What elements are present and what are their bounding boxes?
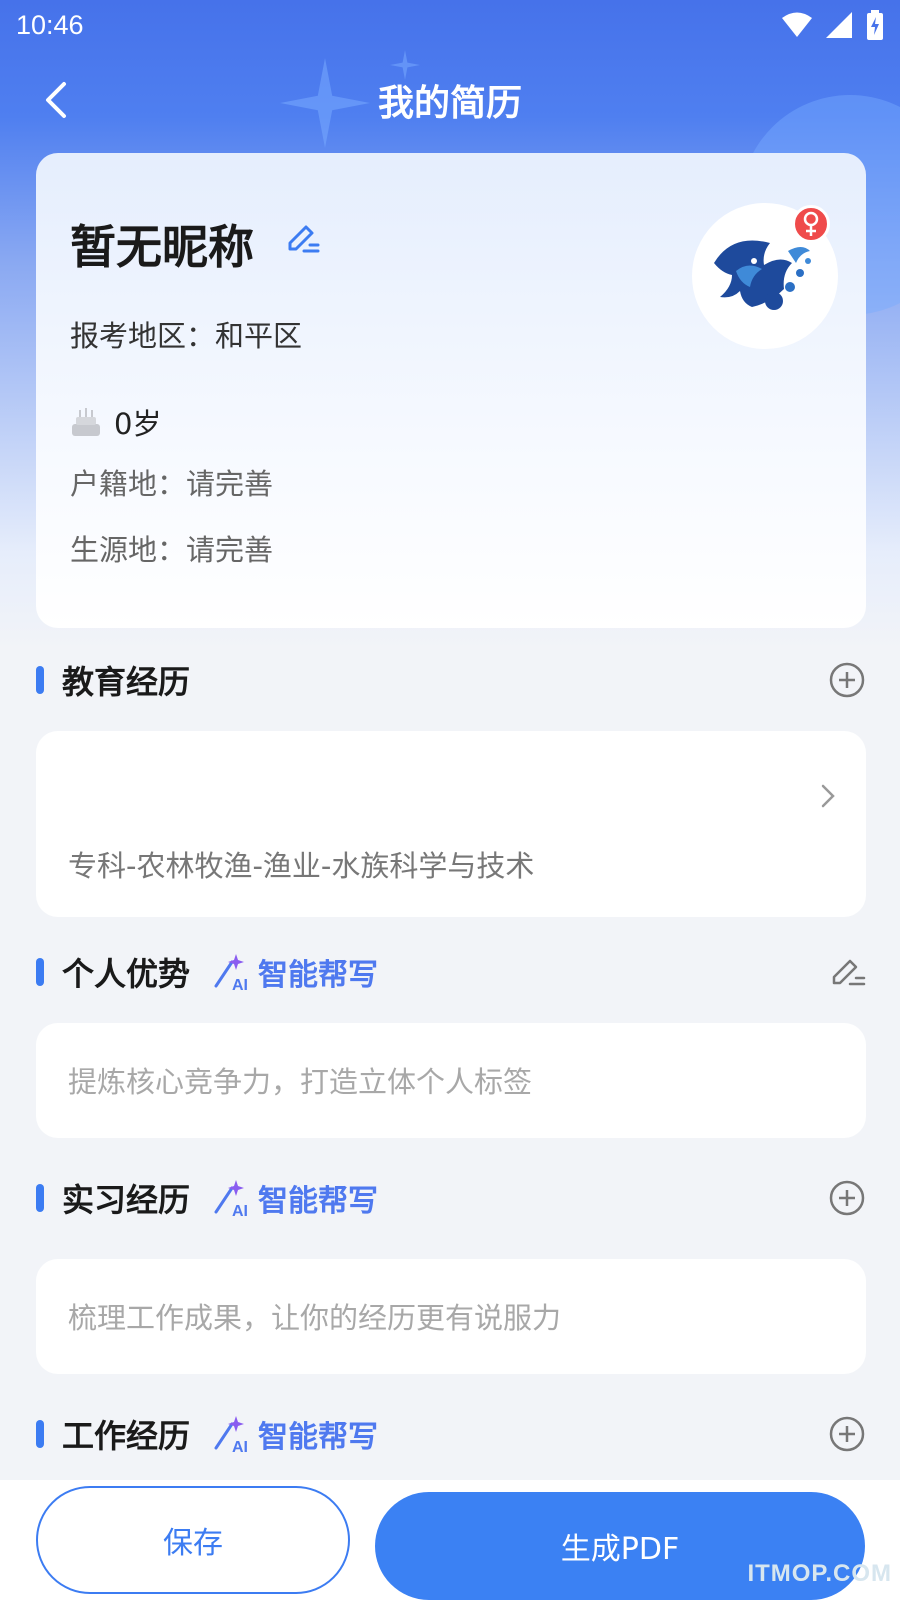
- add-work-icon[interactable]: [828, 1415, 866, 1453]
- section-accent-bar: [36, 958, 44, 986]
- education-title: 教育经历: [62, 663, 191, 701]
- internship-title: 实习经历: [62, 1181, 191, 1219]
- ai-write-label: 智能帮写: [258, 1184, 379, 1219]
- edit-advantage-icon[interactable]: [828, 953, 866, 991]
- education-card[interactable]: 专科-农林牧渔-渔业-水族科学与技术: [36, 731, 866, 917]
- age-row: 0岁: [70, 401, 161, 443]
- ai-write-button[interactable]: AI 智能帮写: [212, 1176, 378, 1220]
- chevron-right-icon[interactable]: [818, 781, 838, 811]
- save-button[interactable]: 保存: [36, 1486, 350, 1594]
- nickname: 暂无昵称: [70, 220, 254, 274]
- internship-placeholder: 梳理工作成果，让你的经历更有说服力: [68, 1301, 562, 1335]
- signal-icon: [826, 12, 852, 38]
- status-bar: 10:46: [0, 0, 900, 50]
- student-origin: 生源地：请完善: [70, 533, 274, 567]
- add-education-icon[interactable]: [828, 661, 866, 699]
- exam-region: 报考地区：和平区: [70, 319, 303, 353]
- education-section-header: 教育经历: [36, 655, 866, 705]
- advantage-placeholder: 提炼核心竞争力，打造立体个人标签: [68, 1065, 533, 1099]
- section-accent-bar: [36, 666, 44, 694]
- work-title: 工作经历: [62, 1417, 191, 1455]
- ai-write-button[interactable]: AI 智能帮写: [212, 950, 378, 994]
- work-section-header: 工作经历 AI 智能帮写: [36, 1409, 866, 1459]
- battery-icon: [867, 10, 883, 40]
- ai-write-label: 智能帮写: [258, 1420, 379, 1455]
- edit-icon[interactable]: [282, 219, 322, 259]
- education-entry: 专科-农林牧渔-渔业-水族科学与技术: [68, 849, 535, 883]
- watermark: ITMOP.COM: [747, 1560, 892, 1587]
- ai-magic-wand-icon: AI: [214, 1416, 248, 1454]
- advantage-card[interactable]: 提炼核心竞争力，打造立体个人标签: [36, 1023, 866, 1138]
- cake-icon: [72, 408, 100, 436]
- page-title: 我的简历: [377, 83, 522, 124]
- section-accent-bar: [36, 1184, 44, 1212]
- ai-magic-wand-icon: AI: [214, 954, 248, 992]
- svg-text:AI: AI: [232, 1203, 248, 1218]
- advantage-title: 个人优势: [62, 955, 191, 993]
- add-internship-icon[interactable]: [828, 1179, 866, 1217]
- age-text: 0岁: [114, 407, 162, 441]
- wifi-icon: [782, 12, 812, 37]
- internship-section-header: 实习经历 AI 智能帮写: [36, 1173, 866, 1223]
- ai-write-button[interactable]: AI 智能帮写: [212, 1412, 378, 1456]
- svg-text:AI: AI: [232, 1439, 248, 1454]
- ai-write-label: 智能帮写: [258, 958, 379, 993]
- nav-bar: 我的简历: [0, 60, 900, 140]
- internship-card[interactable]: 梳理工作成果，让你的经历更有说服力: [36, 1259, 866, 1374]
- svg-text:AI: AI: [232, 977, 248, 992]
- advantage-section-header: 个人优势 AI 智能帮写: [36, 947, 866, 997]
- status-icons: [782, 10, 884, 40]
- hukou-location: 户籍地：请完善: [70, 467, 274, 501]
- section-accent-bar: [36, 1420, 44, 1448]
- profile-card[interactable]: 暂无昵称 报考地区：和平区 0岁 户籍地：请完善 生源地：请完善: [36, 153, 866, 628]
- female-icon: [803, 211, 819, 236]
- female-gender-badge: [792, 205, 830, 243]
- ai-magic-wand-icon: AI: [214, 1180, 248, 1218]
- status-time: 10:46: [16, 9, 84, 40]
